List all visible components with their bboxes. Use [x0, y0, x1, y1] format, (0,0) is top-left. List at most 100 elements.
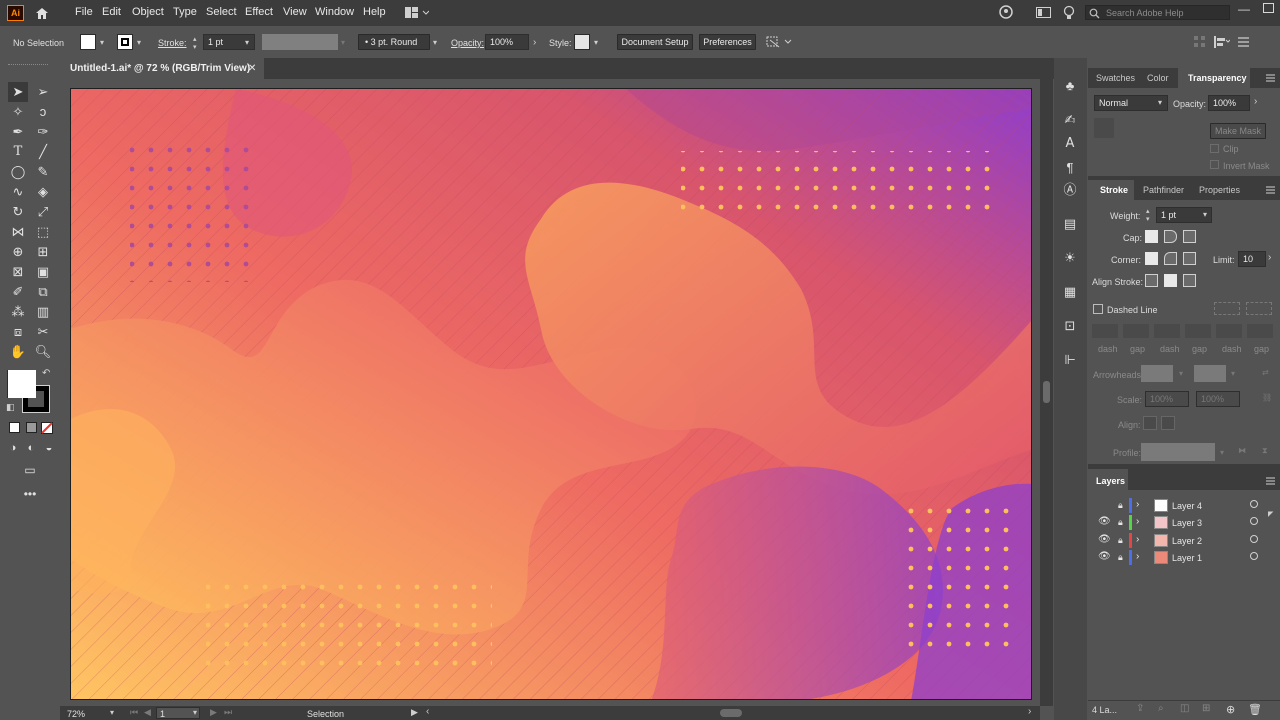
paintbrush-tool-icon[interactable]: ✎ — [33, 162, 53, 182]
stroke-label[interactable]: Stroke: — [158, 38, 187, 48]
limit-field[interactable]: 10 — [1238, 251, 1266, 267]
zoom-tool-icon[interactable]: 🔍︎ — [33, 342, 53, 362]
preserve-dash-icon[interactable] — [1214, 302, 1240, 315]
shaper-tool-icon[interactable]: ∿ — [8, 182, 28, 202]
align-panel-icon[interactable]: ⊩ — [1060, 350, 1080, 370]
stroke-stepper[interactable]: ▴ ▾ — [193, 35, 197, 51]
type-tool-icon[interactable]: T — [8, 142, 28, 162]
eraser-tool-icon[interactable]: ◈ — [33, 182, 53, 202]
color-mode-icon[interactable] — [9, 422, 20, 433]
horizontal-scroll-thumb[interactable] — [720, 709, 742, 717]
scroll-left-arrow[interactable]: ‹ — [426, 706, 429, 717]
first-artboard-icon[interactable]: ⏮ — [130, 707, 138, 718]
line-tool-icon[interactable]: ╱ — [33, 142, 53, 162]
zoom-chevron[interactable]: ▾ — [110, 708, 114, 717]
screen-mode-icon[interactable]: ▭ — [20, 460, 40, 480]
menu-edit[interactable]: Edit — [102, 6, 121, 18]
column-graph-tool-icon[interactable]: ▥ — [33, 302, 53, 322]
opacity-slider-arrow[interactable]: › — [1254, 96, 1257, 107]
start-scale-field[interactable]: 100% — [1145, 391, 1189, 407]
gradient-tool-icon[interactable]: ▣ — [33, 262, 53, 282]
profile-chevron[interactable]: ▾ — [1220, 448, 1224, 457]
end-arrowhead-chevron[interactable]: ▾ — [1231, 369, 1235, 378]
menu-type[interactable]: Type — [173, 6, 197, 18]
fill-dropdown-chevron[interactable]: ▾ — [100, 38, 104, 47]
menu-view[interactable]: View — [283, 6, 307, 18]
panel-menu-icon[interactable] — [1266, 477, 1276, 485]
edit-toolbar-icon[interactable]: ••• — [20, 484, 40, 504]
butt-cap-icon[interactable] — [1145, 230, 1158, 243]
next-artboard-icon[interactable]: ▶ — [210, 707, 217, 718]
dashed-line-checkbox[interactable] — [1093, 304, 1103, 314]
slice-tool-icon[interactable]: ✂ — [33, 322, 53, 342]
make-mask-button[interactable]: Make Mask — [1210, 123, 1266, 139]
flip-along-icon[interactable]: ⧓ — [1238, 446, 1246, 455]
lock-icon[interactable]: 🔒︎ — [1118, 517, 1123, 528]
artboard[interactable] — [70, 88, 1032, 700]
tab-properties[interactable]: Properties — [1199, 185, 1240, 195]
dash-field[interactable] — [1092, 324, 1118, 338]
stroke-swatch[interactable] — [117, 34, 133, 50]
draw-mode-icon[interactable]: ◑ — [3, 438, 23, 458]
draw-inside-icon[interactable]: ◒ — [39, 438, 59, 458]
collect-export-icon[interactable]: ⇪ — [1136, 703, 1144, 714]
menu-select[interactable]: Select — [206, 6, 237, 18]
menu-object[interactable]: Object — [132, 6, 164, 18]
swap-arrowheads-icon[interactable]: ⇄ — [1262, 368, 1269, 377]
expand-chevron-icon[interactable]: › — [1136, 551, 1139, 562]
distribute-icon[interactable] — [1214, 36, 1230, 48]
ellipse-tool-icon[interactable]: ◯ — [8, 162, 28, 182]
stroke-panel-icon[interactable]: ☀ — [1060, 248, 1080, 268]
magic-wand-tool-icon[interactable]: ✧ — [8, 102, 28, 122]
scale-tool-icon[interactable]: ⤢ — [33, 202, 53, 222]
lock-icon[interactable]: 🔒︎ — [1118, 552, 1123, 563]
gradient-panel-icon[interactable]: ▦ — [1060, 282, 1080, 302]
lightbulb-icon[interactable] — [1063, 5, 1075, 21]
align-outside-icon[interactable] — [1183, 274, 1196, 287]
profile-chevron[interactable]: ▾ — [341, 38, 345, 47]
character-icon[interactable]: A — [1060, 134, 1080, 154]
artboard-tool-icon[interactable]: ⧈ — [8, 322, 28, 342]
cloud-sync-icon[interactable] — [999, 5, 1015, 21]
round-cap-icon[interactable] — [1164, 230, 1177, 243]
width-tool-icon[interactable]: ⋈ — [8, 222, 28, 242]
preferences-button[interactable]: Preferences — [699, 34, 756, 50]
projecting-cap-icon[interactable] — [1183, 230, 1196, 243]
transform-panel-icon[interactable]: ⊡ — [1060, 316, 1080, 336]
layer-name[interactable]: Layer 1 — [1172, 553, 1202, 563]
menu-window[interactable]: Window — [315, 6, 354, 18]
layer-row[interactable]: 👁︎ 🔒︎ › Layer 2 — [1090, 532, 1276, 549]
arrange-documents-icon[interactable] — [405, 7, 429, 19]
stroke-dropdown-chevron[interactable]: ▾ — [137, 38, 141, 47]
layer-row[interactable]: 👁︎ 🔒︎ › Layer 3 — [1090, 514, 1276, 531]
link-scale-icon[interactable]: ⛓ — [1262, 393, 1272, 402]
tab-color[interactable]: Color — [1147, 73, 1169, 83]
bevel-join-icon[interactable] — [1183, 252, 1196, 265]
gap-field[interactable] — [1185, 324, 1211, 338]
tab-swatches[interactable]: Swatches — [1096, 73, 1135, 83]
opacity-arrow[interactable]: › — [533, 37, 536, 48]
draw-behind-icon[interactable]: ◐ — [21, 438, 41, 458]
tab-transparency[interactable]: Transparency — [1188, 73, 1247, 83]
glyphs-icon[interactable]: Ⓐ — [1060, 180, 1080, 200]
end-scale-field[interactable]: 100% — [1196, 391, 1240, 407]
expand-chevron-icon[interactable]: › — [1136, 516, 1139, 527]
layer-row[interactable]: 🔒︎ › Layer 4 — [1090, 497, 1276, 514]
variable-width-profile[interactable] — [262, 34, 338, 50]
curvature-tool-icon[interactable]: ✑ — [33, 122, 53, 142]
layer-name[interactable]: Layer 4 — [1172, 501, 1202, 511]
transparency-opacity-field[interactable]: 100% — [1208, 95, 1250, 111]
align-dash-icon[interactable] — [1246, 302, 1272, 315]
search-field[interactable]: Search Adobe Help — [1085, 5, 1230, 20]
panel-menu-icon[interactable] — [1238, 36, 1250, 48]
brush-definition[interactable]: • 3 pt. Round — [358, 34, 430, 50]
dash-field[interactable] — [1154, 324, 1180, 338]
shape-builder-tool-icon[interactable]: ⊕ — [8, 242, 28, 262]
menu-effect[interactable]: Effect — [245, 6, 273, 18]
zoom-level[interactable]: 72% — [67, 709, 85, 719]
status-menu-arrow[interactable]: ▶ — [411, 707, 418, 718]
make-clipping-mask-icon[interactable]: ◫ — [1180, 703, 1189, 714]
eye-icon[interactable]: 👁︎ — [1098, 551, 1111, 562]
delete-layer-icon[interactable]: 🗑︎ — [1248, 703, 1262, 716]
gradient-mode-icon[interactable] — [26, 422, 37, 433]
